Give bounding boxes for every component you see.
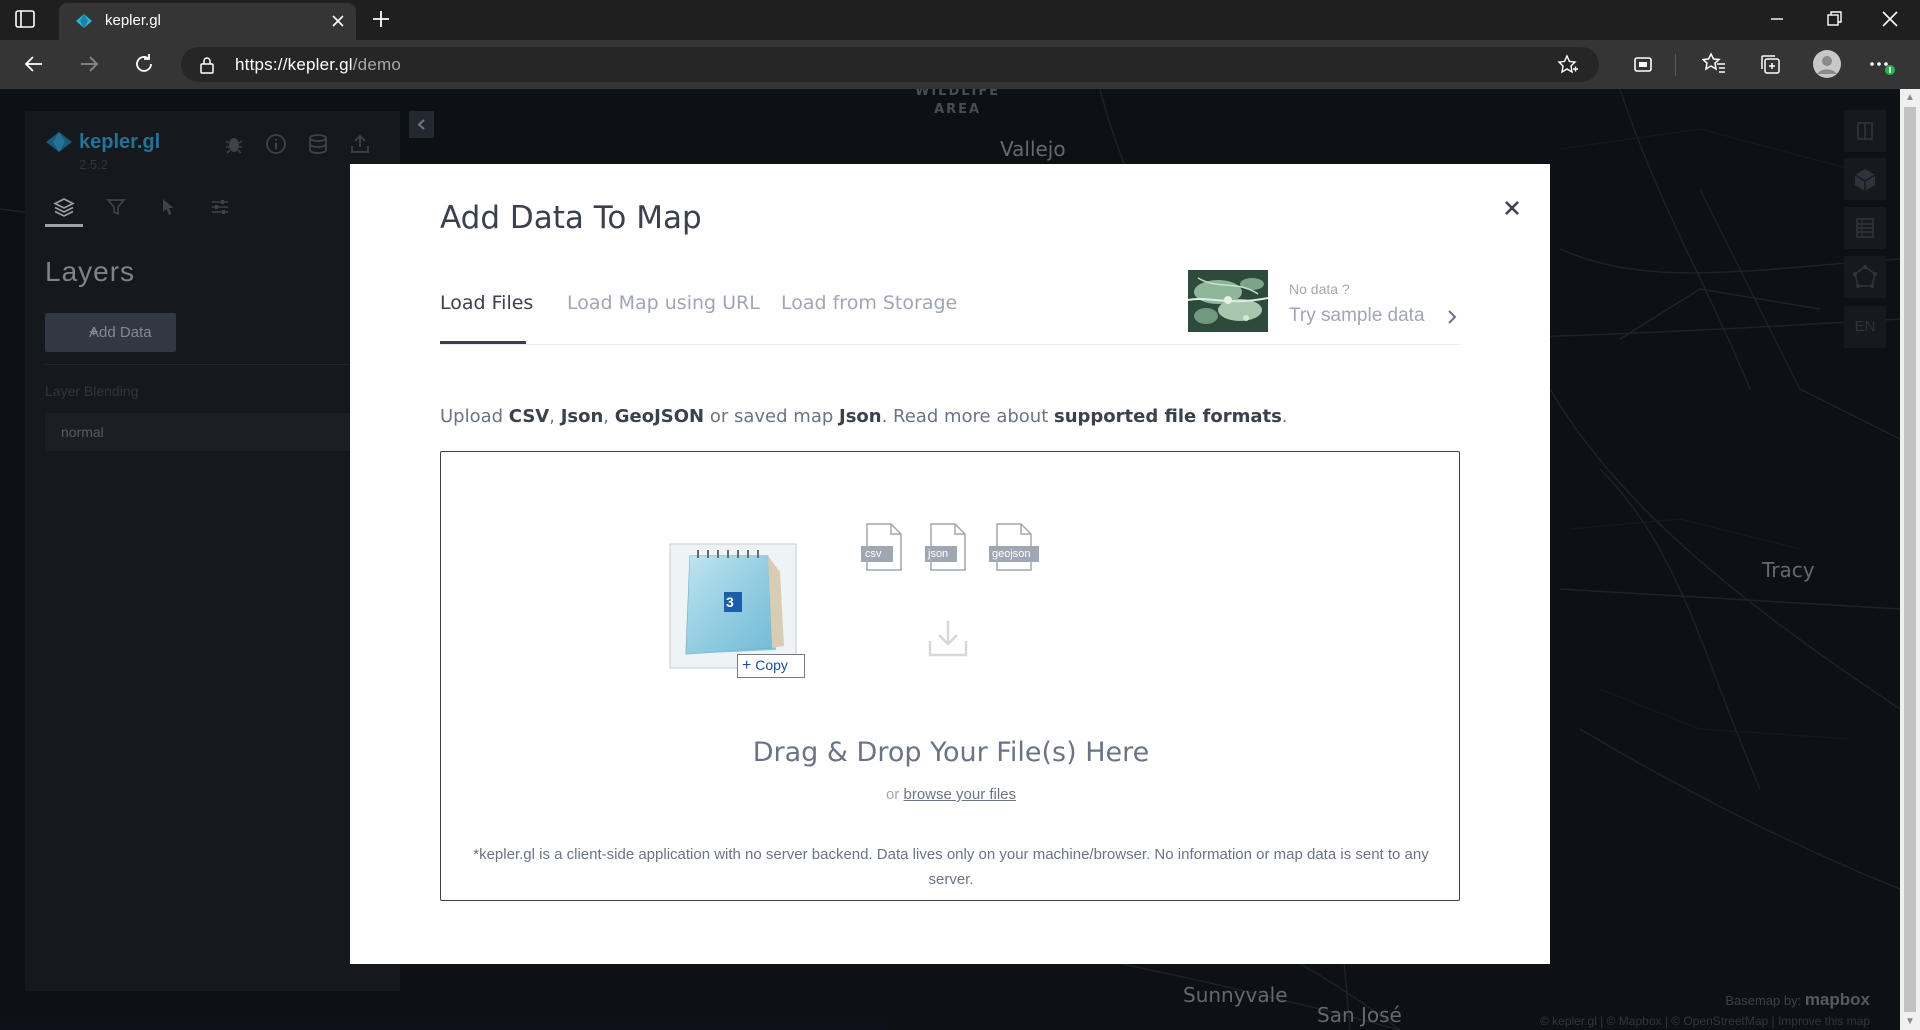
back-icon[interactable] [22, 52, 46, 76]
new-tab-icon[interactable] [370, 8, 392, 30]
download-tray-icon [926, 617, 970, 661]
url-text: https://kepler.gl/demo [235, 55, 401, 75]
drop-or-text: or [885, 786, 904, 803]
geojson-label: geojson [992, 548, 1031, 560]
active-tab-underline [440, 341, 526, 344]
json-file-icon: json [925, 522, 971, 572]
try-sample-data-link[interactable]: Try sample data [1289, 305, 1425, 327]
format-map-json: Json [839, 406, 882, 427]
tab-load-map-url[interactable]: Load Map using URL [567, 292, 760, 314]
format-json: Json [560, 406, 604, 427]
geojson-file-icon: geojson [989, 522, 1041, 572]
upload-mid: or saved map [704, 406, 839, 427]
privacy-disclaimer: *kepler.gl is a client-side application … [473, 846, 1429, 888]
modal-title: Add Data To Map [440, 200, 702, 236]
plus-icon: + [742, 657, 752, 674]
collections-icon[interactable] [1758, 52, 1782, 76]
format-geojson: GeoJSON [614, 406, 705, 427]
upload-instructions: Upload CSV, Json, GeoJSON or saved map J… [440, 406, 1288, 427]
csv-file-icon: csv [861, 522, 907, 572]
scroll-down-icon[interactable]: ▼ [1905, 1016, 1915, 1027]
no-data-text: No data ? [1289, 281, 1350, 297]
upload-end: . [1281, 406, 1288, 427]
upload-sep-1: , [549, 406, 561, 427]
modal-close-icon[interactable] [1500, 196, 1524, 220]
lock-icon[interactable] [199, 56, 215, 74]
extension-icon[interactable] [1631, 52, 1655, 76]
minimize-icon[interactable] [1766, 8, 1788, 30]
browser-tab-active[interactable]: kepler.gl [59, 3, 356, 40]
drop-or-line: or browse your files [441, 786, 1461, 803]
tab-load-storage[interactable]: Load from Storage [781, 292, 957, 314]
kepler-favicon-icon [75, 13, 93, 29]
scroll-thumb[interactable] [1904, 107, 1916, 1012]
drag-file-count-badge: 3 [726, 594, 734, 610]
add-favorite-icon[interactable] [1557, 54, 1579, 76]
drop-title: Drag & Drop Your File(s) Here [752, 737, 1150, 768]
restore-icon[interactable] [1823, 8, 1845, 30]
profile-avatar-icon[interactable] [1812, 49, 1842, 79]
toolbar-divider [1675, 54, 1676, 76]
refresh-icon[interactable] [132, 52, 156, 76]
upload-sep-2: , [603, 406, 615, 427]
csv-label: csv [865, 548, 882, 560]
tab-actions-icon[interactable] [14, 9, 44, 31]
supported-formats-link[interactable]: supported file formats [1054, 406, 1282, 427]
tab-title: kepler.gl [105, 12, 161, 29]
tabs-baseline [440, 344, 1460, 345]
tab-load-files[interactable]: Load Files [440, 292, 533, 314]
json-label: json [928, 548, 949, 560]
try-sample-data[interactable]: No data ? Try sample data [1188, 270, 1460, 332]
upload-prefix: Upload [440, 406, 509, 427]
url-host: https://kepler.gl [235, 55, 353, 74]
chevron-right-icon [1446, 308, 1458, 326]
sample-data-thumbnail [1188, 270, 1268, 332]
upload-read-more: . Read more about [881, 406, 1054, 427]
browser-tab-bar: kepler.gl [0, 0, 1920, 40]
address-bar: https://kepler.gl/demo [0, 40, 1920, 89]
browse-files-link[interactable]: browse your files [903, 786, 1016, 803]
scroll-up-icon[interactable]: ▲ [1905, 92, 1915, 103]
drag-copy-tooltip: + Copy [737, 654, 805, 678]
close-window-icon[interactable] [1879, 8, 1901, 30]
file-drop-zone[interactable]: 3 + Copy csv json geojson Drag & Drop Yo… [440, 451, 1460, 901]
dragged-file-icon: 3 [668, 542, 798, 672]
forward-icon[interactable] [77, 52, 101, 76]
url-field[interactable]: https://kepler.gl/demo [181, 47, 1599, 82]
url-path: /demo [352, 55, 401, 74]
format-csv: CSV [508, 406, 550, 427]
tab-close-icon[interactable] [330, 13, 346, 29]
more-menu-icon[interactable] [1868, 52, 1896, 76]
favorites-icon[interactable] [1702, 52, 1726, 76]
add-data-modal: Add Data To Map Load Files Load Map usin… [350, 164, 1550, 964]
page-scrollbar[interactable]: ▲ ▼ [1900, 89, 1920, 1030]
copy-tip-label: Copy [755, 657, 788, 673]
